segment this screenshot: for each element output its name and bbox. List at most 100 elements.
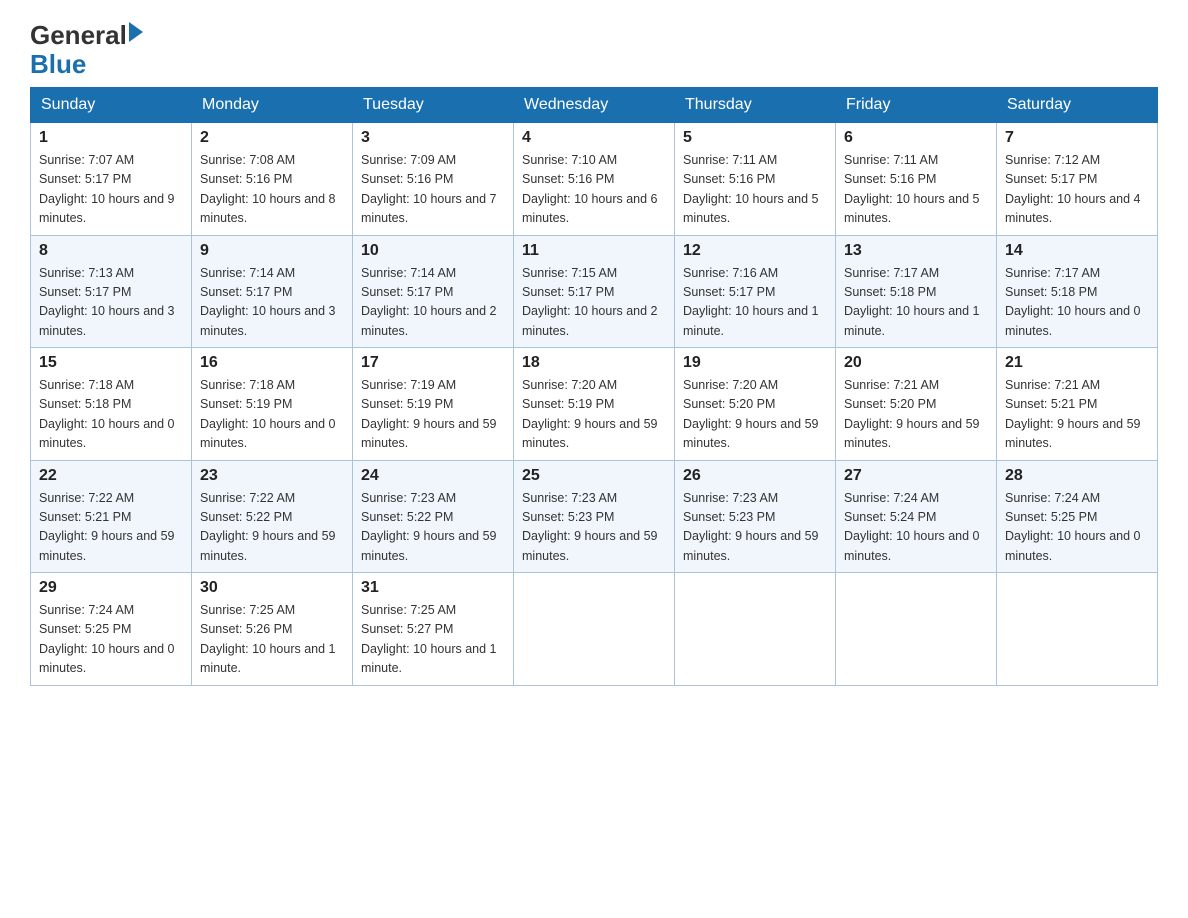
day-info: Sunrise: 7:24 AMSunset: 5:25 PMDaylight:… xyxy=(1005,489,1149,567)
logo-arrow-icon xyxy=(129,22,143,42)
calendar-cell: 5 Sunrise: 7:11 AMSunset: 5:16 PMDayligh… xyxy=(675,123,836,236)
day-info: Sunrise: 7:22 AMSunset: 5:21 PMDaylight:… xyxy=(39,489,183,567)
day-number: 1 xyxy=(39,129,183,147)
calendar-cell: 10 Sunrise: 7:14 AMSunset: 5:17 PMDaylig… xyxy=(353,235,514,348)
calendar-cell: 21 Sunrise: 7:21 AMSunset: 5:21 PMDaylig… xyxy=(997,348,1158,461)
day-number: 28 xyxy=(1005,467,1149,485)
day-info: Sunrise: 7:13 AMSunset: 5:17 PMDaylight:… xyxy=(39,264,183,342)
day-number: 21 xyxy=(1005,354,1149,372)
calendar-cell: 6 Sunrise: 7:11 AMSunset: 5:16 PMDayligh… xyxy=(836,123,997,236)
day-info: Sunrise: 7:20 AMSunset: 5:20 PMDaylight:… xyxy=(683,376,827,454)
calendar-cell: 22 Sunrise: 7:22 AMSunset: 5:21 PMDaylig… xyxy=(31,460,192,573)
calendar-cell xyxy=(514,573,675,686)
day-number: 7 xyxy=(1005,129,1149,147)
calendar-cell: 11 Sunrise: 7:15 AMSunset: 5:17 PMDaylig… xyxy=(514,235,675,348)
day-info: Sunrise: 7:23 AMSunset: 5:23 PMDaylight:… xyxy=(683,489,827,567)
calendar-cell: 9 Sunrise: 7:14 AMSunset: 5:17 PMDayligh… xyxy=(192,235,353,348)
calendar-cell: 19 Sunrise: 7:20 AMSunset: 5:20 PMDaylig… xyxy=(675,348,836,461)
calendar-cell: 27 Sunrise: 7:24 AMSunset: 5:24 PMDaylig… xyxy=(836,460,997,573)
calendar-header-tuesday: Tuesday xyxy=(353,88,514,123)
calendar-header-wednesday: Wednesday xyxy=(514,88,675,123)
day-number: 31 xyxy=(361,579,505,597)
day-number: 15 xyxy=(39,354,183,372)
calendar-header-sunday: Sunday xyxy=(31,88,192,123)
day-number: 23 xyxy=(200,467,344,485)
calendar-cell: 23 Sunrise: 7:22 AMSunset: 5:22 PMDaylig… xyxy=(192,460,353,573)
day-number: 30 xyxy=(200,579,344,597)
day-info: Sunrise: 7:24 AMSunset: 5:25 PMDaylight:… xyxy=(39,601,183,679)
calendar-cell: 29 Sunrise: 7:24 AMSunset: 5:25 PMDaylig… xyxy=(31,573,192,686)
logo-general: General xyxy=(30,20,127,51)
calendar-week-row: 22 Sunrise: 7:22 AMSunset: 5:21 PMDaylig… xyxy=(31,460,1158,573)
day-number: 26 xyxy=(683,467,827,485)
day-number: 18 xyxy=(522,354,666,372)
day-info: Sunrise: 7:12 AMSunset: 5:17 PMDaylight:… xyxy=(1005,151,1149,229)
day-number: 11 xyxy=(522,242,666,260)
day-info: Sunrise: 7:23 AMSunset: 5:23 PMDaylight:… xyxy=(522,489,666,567)
calendar-cell xyxy=(675,573,836,686)
day-info: Sunrise: 7:25 AMSunset: 5:27 PMDaylight:… xyxy=(361,601,505,679)
day-number: 22 xyxy=(39,467,183,485)
calendar-cell: 28 Sunrise: 7:24 AMSunset: 5:25 PMDaylig… xyxy=(997,460,1158,573)
calendar-cell: 7 Sunrise: 7:12 AMSunset: 5:17 PMDayligh… xyxy=(997,123,1158,236)
calendar-header-thursday: Thursday xyxy=(675,88,836,123)
calendar-cell: 1 Sunrise: 7:07 AMSunset: 5:17 PMDayligh… xyxy=(31,123,192,236)
day-number: 27 xyxy=(844,467,988,485)
calendar-week-row: 29 Sunrise: 7:24 AMSunset: 5:25 PMDaylig… xyxy=(31,573,1158,686)
calendar-cell: 4 Sunrise: 7:10 AMSunset: 5:16 PMDayligh… xyxy=(514,123,675,236)
day-number: 16 xyxy=(200,354,344,372)
day-number: 3 xyxy=(361,129,505,147)
calendar-cell: 26 Sunrise: 7:23 AMSunset: 5:23 PMDaylig… xyxy=(675,460,836,573)
calendar-cell: 12 Sunrise: 7:16 AMSunset: 5:17 PMDaylig… xyxy=(675,235,836,348)
day-info: Sunrise: 7:23 AMSunset: 5:22 PMDaylight:… xyxy=(361,489,505,567)
calendar-cell: 25 Sunrise: 7:23 AMSunset: 5:23 PMDaylig… xyxy=(514,460,675,573)
day-info: Sunrise: 7:16 AMSunset: 5:17 PMDaylight:… xyxy=(683,264,827,342)
day-info: Sunrise: 7:19 AMSunset: 5:19 PMDaylight:… xyxy=(361,376,505,454)
day-info: Sunrise: 7:18 AMSunset: 5:19 PMDaylight:… xyxy=(200,376,344,454)
day-number: 24 xyxy=(361,467,505,485)
day-number: 29 xyxy=(39,579,183,597)
calendar-cell: 16 Sunrise: 7:18 AMSunset: 5:19 PMDaylig… xyxy=(192,348,353,461)
calendar-week-row: 1 Sunrise: 7:07 AMSunset: 5:17 PMDayligh… xyxy=(31,123,1158,236)
logo-blue: Blue xyxy=(30,51,143,77)
calendar-week-row: 15 Sunrise: 7:18 AMSunset: 5:18 PMDaylig… xyxy=(31,348,1158,461)
day-number: 19 xyxy=(683,354,827,372)
day-info: Sunrise: 7:20 AMSunset: 5:19 PMDaylight:… xyxy=(522,376,666,454)
calendar-header-monday: Monday xyxy=(192,88,353,123)
day-info: Sunrise: 7:08 AMSunset: 5:16 PMDaylight:… xyxy=(200,151,344,229)
day-info: Sunrise: 7:25 AMSunset: 5:26 PMDaylight:… xyxy=(200,601,344,679)
day-number: 5 xyxy=(683,129,827,147)
day-info: Sunrise: 7:17 AMSunset: 5:18 PMDaylight:… xyxy=(844,264,988,342)
day-info: Sunrise: 7:07 AMSunset: 5:17 PMDaylight:… xyxy=(39,151,183,229)
day-number: 14 xyxy=(1005,242,1149,260)
calendar-table: SundayMondayTuesdayWednesdayThursdayFrid… xyxy=(30,87,1158,686)
calendar-cell: 14 Sunrise: 7:17 AMSunset: 5:18 PMDaylig… xyxy=(997,235,1158,348)
day-number: 13 xyxy=(844,242,988,260)
day-number: 4 xyxy=(522,129,666,147)
day-number: 2 xyxy=(200,129,344,147)
page-header: General Blue xyxy=(30,20,1158,77)
calendar-cell: 18 Sunrise: 7:20 AMSunset: 5:19 PMDaylig… xyxy=(514,348,675,461)
calendar-cell: 24 Sunrise: 7:23 AMSunset: 5:22 PMDaylig… xyxy=(353,460,514,573)
calendar-cell: 3 Sunrise: 7:09 AMSunset: 5:16 PMDayligh… xyxy=(353,123,514,236)
calendar-cell xyxy=(836,573,997,686)
day-number: 12 xyxy=(683,242,827,260)
logo: General Blue xyxy=(30,20,143,77)
day-info: Sunrise: 7:11 AMSunset: 5:16 PMDaylight:… xyxy=(844,151,988,229)
day-number: 20 xyxy=(844,354,988,372)
day-info: Sunrise: 7:21 AMSunset: 5:21 PMDaylight:… xyxy=(1005,376,1149,454)
day-info: Sunrise: 7:18 AMSunset: 5:18 PMDaylight:… xyxy=(39,376,183,454)
day-info: Sunrise: 7:21 AMSunset: 5:20 PMDaylight:… xyxy=(844,376,988,454)
day-info: Sunrise: 7:09 AMSunset: 5:16 PMDaylight:… xyxy=(361,151,505,229)
calendar-cell: 15 Sunrise: 7:18 AMSunset: 5:18 PMDaylig… xyxy=(31,348,192,461)
day-info: Sunrise: 7:24 AMSunset: 5:24 PMDaylight:… xyxy=(844,489,988,567)
calendar-cell: 2 Sunrise: 7:08 AMSunset: 5:16 PMDayligh… xyxy=(192,123,353,236)
day-info: Sunrise: 7:10 AMSunset: 5:16 PMDaylight:… xyxy=(522,151,666,229)
day-number: 8 xyxy=(39,242,183,260)
day-info: Sunrise: 7:14 AMSunset: 5:17 PMDaylight:… xyxy=(200,264,344,342)
calendar-cell: 30 Sunrise: 7:25 AMSunset: 5:26 PMDaylig… xyxy=(192,573,353,686)
calendar-cell: 17 Sunrise: 7:19 AMSunset: 5:19 PMDaylig… xyxy=(353,348,514,461)
calendar-cell xyxy=(997,573,1158,686)
day-number: 10 xyxy=(361,242,505,260)
day-number: 17 xyxy=(361,354,505,372)
